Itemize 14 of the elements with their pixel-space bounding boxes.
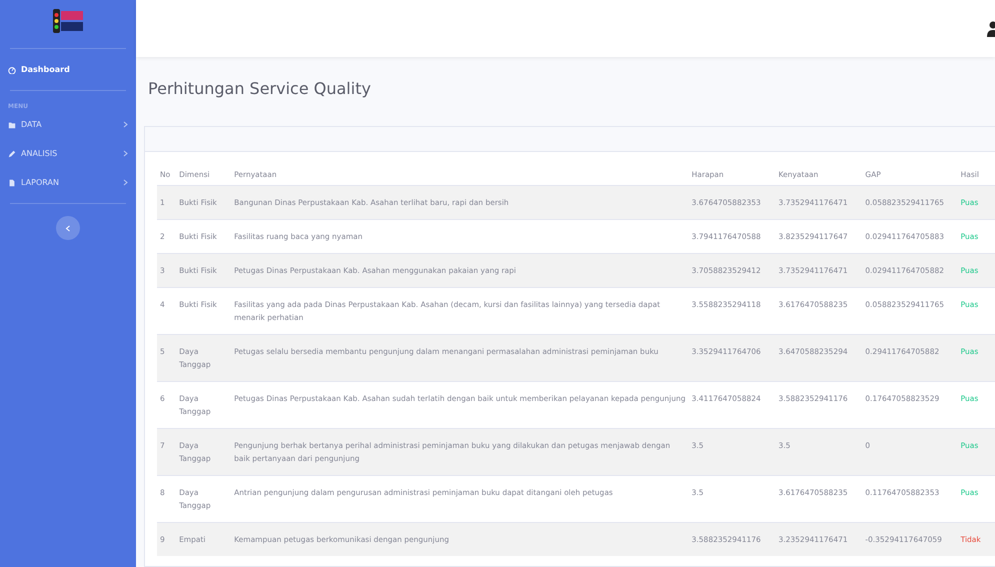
document-icon <box>8 178 16 186</box>
chevron-left-icon <box>65 224 71 232</box>
chevron-icon <box>123 150 128 157</box>
sidebar-item[interactable]: DATA <box>0 110 136 139</box>
chevron-icon <box>123 179 128 186</box>
chevron-icon <box>123 121 128 128</box>
sidebar-item[interactable]: LAPORAN <box>0 168 136 197</box>
dashboard-icon <box>8 66 16 74</box>
sidebar-item[interactable]: ANALISIS <box>0 139 136 168</box>
folder-icon <box>8 120 16 128</box>
sidebar-toggle-button[interactable] <box>56 216 80 240</box>
page-title: Perhitungan Service Quality <box>148 79 372 98</box>
pencil-icon <box>8 150 16 158</box>
sidebar-item[interactable]: Dashboard <box>0 55 136 84</box>
